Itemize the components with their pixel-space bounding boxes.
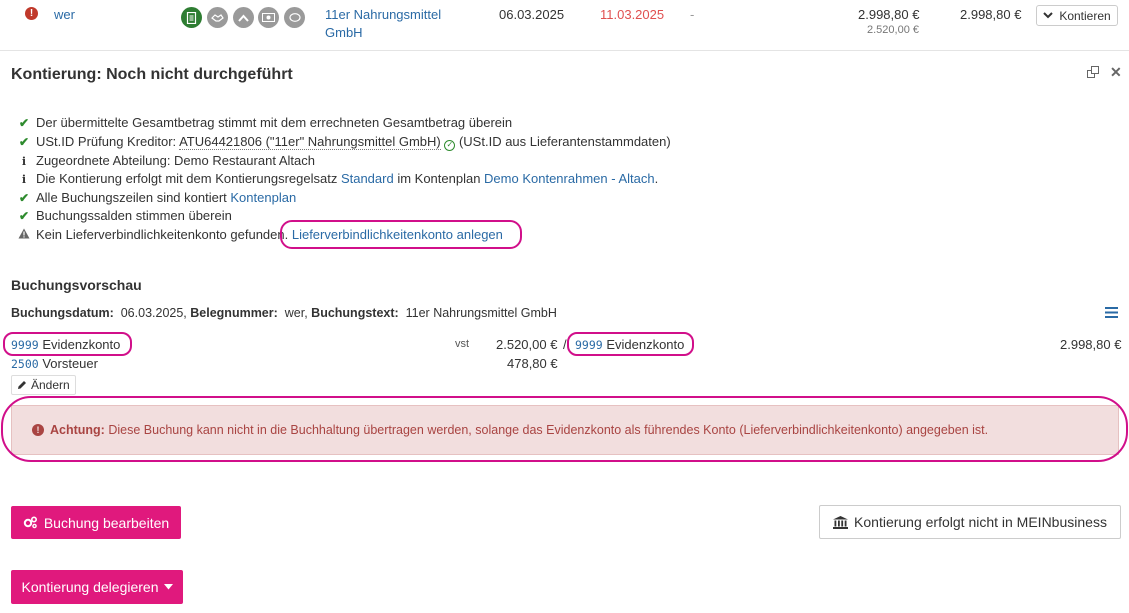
- kontieren-button[interactable]: Kontieren: [1036, 5, 1118, 26]
- net-amount: 2.520,00 €: [867, 24, 919, 36]
- document-icon[interactable]: [181, 7, 202, 28]
- popout-icon[interactable]: [1087, 66, 1099, 81]
- info-icon: i: [21, 155, 27, 168]
- chevron-up-icon[interactable]: [233, 7, 254, 28]
- vat-id-value: ATU64421806 ("11er" Nahrungsmittel GmbH): [179, 134, 441, 150]
- warning-icon: [17, 226, 31, 244]
- invoice-name-link[interactable]: wer: [54, 7, 75, 22]
- booking-preview-meta: Buchungsdatum: 06.03.2025, Belegnummer: …: [11, 306, 557, 320]
- info-icon: i: [21, 173, 27, 186]
- empty-value: -: [690, 7, 695, 22]
- booking-line-tax: 2500 Vorsteuer: [11, 356, 98, 371]
- credit-account-name: Evidenzkonto: [606, 337, 685, 352]
- booking-line-debit: 9999 Evidenzkonto: [11, 337, 120, 352]
- menu-icon[interactable]: [1105, 306, 1118, 321]
- credit-amount: 2.998,80 €: [1060, 337, 1122, 352]
- invoice-row: ! wer 11er Nahrungsmittel GmbH 06.03.202…: [0, 0, 1129, 51]
- debit-amount: 2.520,00 €: [496, 337, 558, 352]
- check-balances: ✔ Buchungssalden stimmen überein: [18, 208, 232, 223]
- handshake-icon[interactable]: [207, 7, 228, 28]
- invoice-date: 06.03.2025: [499, 7, 565, 22]
- ruleset-link[interactable]: Standard: [341, 171, 394, 186]
- tax-amount: 478,80 €: [507, 356, 558, 371]
- chart-of-accounts-link[interactable]: Demo Kontenrahmen - Altach: [484, 171, 655, 186]
- due-date: 11.03.2025: [600, 7, 665, 22]
- error-icon: !: [25, 7, 38, 20]
- warning-alert: ! Achtung: Diese Buchung kann nicht in d…: [11, 405, 1119, 455]
- exclamation-icon: !: [32, 424, 44, 436]
- bank-icon: [833, 515, 849, 529]
- total-amount: 2.998,80 €: [960, 7, 1022, 22]
- check-icon: ✔: [18, 209, 30, 223]
- chevron-down-icon: [1043, 12, 1054, 19]
- gears-icon: [23, 516, 37, 529]
- create-payable-account-link[interactable]: Lieferverbindlichkeitenkonto anlegen: [292, 227, 503, 242]
- credit-account-code-link[interactable]: 9999: [575, 338, 603, 352]
- kontenplan-link[interactable]: Kontenplan: [230, 190, 296, 205]
- account-code-link[interactable]: 9999: [11, 338, 39, 352]
- account-name: Evidenzkonto: [42, 337, 121, 352]
- alert-strong: Achtung:: [50, 423, 105, 437]
- check-circle-icon: ✓: [444, 139, 456, 151]
- warning-no-payable-account: Kein Lieferverbindlichkeitenkonto gefund…: [17, 226, 503, 244]
- check-total-amount: ✔ Der übermittelte Gesamtbetrag stimmt mi…: [18, 115, 513, 130]
- change-button[interactable]: Ändern: [11, 375, 76, 395]
- gross-amount: 2.998,80 €: [858, 7, 920, 22]
- info-department: i Zugeordnete Abteilung: Demo Restaurant …: [17, 152, 315, 170]
- kontieren-label: Kontieren: [1059, 8, 1111, 23]
- info-ruleset: i Die Kontierung erfolgt mit dem Kontieru…: [17, 170, 658, 188]
- booking-line-credit: 9999 Evidenzkonto: [575, 337, 684, 352]
- separator: /: [563, 337, 567, 352]
- supplier-link-line1[interactable]: 11er Nahrungsmittel: [325, 7, 441, 22]
- delegate-button[interactable]: Kontierung delegieren: [11, 570, 183, 604]
- not-in-meinbusiness-button[interactable]: Kontierung erfolgt nicht in MEINbusiness: [819, 505, 1121, 539]
- money-icon[interactable]: [258, 7, 279, 28]
- tax-account-code-link[interactable]: 2500: [11, 357, 39, 371]
- tax-account-name: Vorsteuer: [42, 356, 98, 371]
- edit-booking-button[interactable]: Buchung bearbeiten: [11, 506, 181, 539]
- alert-text: Diese Buchung kann nicht in die Buchhalt…: [108, 423, 989, 437]
- check-icon: ✔: [18, 116, 30, 130]
- tax-code: vst: [455, 338, 470, 350]
- caret-down-icon: [163, 584, 173, 590]
- panel-title: Kontierung: Noch nicht durchgeführt: [11, 66, 293, 83]
- pencil-icon: [18, 381, 26, 389]
- check-all-lines: ✔ Alle Buchungszeilen sind kontiert Konte…: [18, 190, 297, 205]
- booking-preview-title: Buchungsvorschau: [11, 277, 142, 293]
- check-vat-id: ✔ USt.ID Prüfung Kreditor: ATU64421806 ("…: [18, 134, 671, 151]
- check-icon: ✔: [18, 135, 30, 149]
- check-icon: ✔: [18, 191, 30, 205]
- close-icon[interactable]: ✕: [1110, 64, 1122, 81]
- supplier-link-line2[interactable]: GmbH: [325, 25, 363, 40]
- comment-icon[interactable]: [284, 7, 305, 28]
